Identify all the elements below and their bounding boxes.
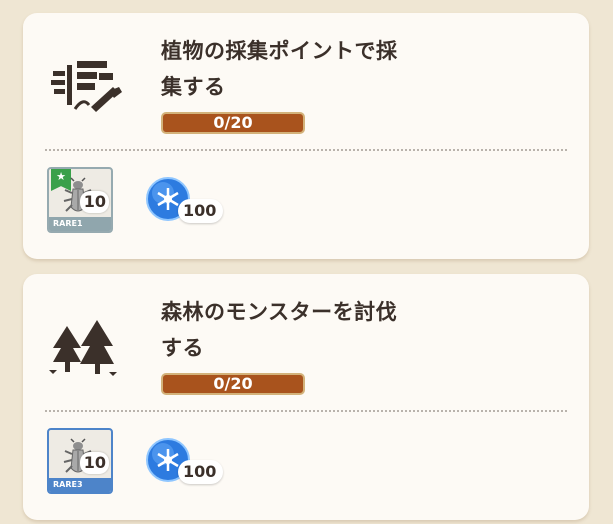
quest-progress-label: 0/20 [213,374,253,393]
quest-title-line-1: 植物の採集ポイントで採 [161,39,398,63]
divider [45,410,567,412]
rarity-label: RARE1 [49,217,111,231]
quest-progress-bar: 0/20 [161,112,305,134]
gathering-tools-icon [51,61,122,112]
reward-item-count: 10 [79,191,109,213]
reward-item-count: 10 [79,452,109,474]
quest-title-line-2: する [161,336,204,360]
quest-title: 植物の採集ポイントで採 集する [161,33,441,105]
reward-item-card[interactable]: 10 RARE3 [47,428,113,494]
quest-card-2[interactable]: 森林のモンスターを討伐 する 0/20 10 RARE3 100 [23,274,589,520]
divider [45,149,567,151]
quest-title: 森林のモンスターを討伐 する [161,294,441,366]
quest-progress-label: 0/20 [213,113,253,132]
forest-trees-icon [49,320,117,376]
reward-currency-amount: 100 [178,199,224,223]
quest-progress-bar: 0/20 [161,373,305,395]
quest-title-line-1: 森林のモンスターを討伐 [161,300,398,324]
rarity-label: RARE3 [49,478,111,492]
quest-title-line-2: 集する [161,75,226,99]
quest-card-1[interactable]: 植物の採集ポイントで採 集する 0/20 ★ 10 RARE1 100 [23,13,589,259]
reward-currency-amount: 100 [178,460,224,484]
reward-item-card[interactable]: ★ 10 RARE1 [47,167,113,233]
